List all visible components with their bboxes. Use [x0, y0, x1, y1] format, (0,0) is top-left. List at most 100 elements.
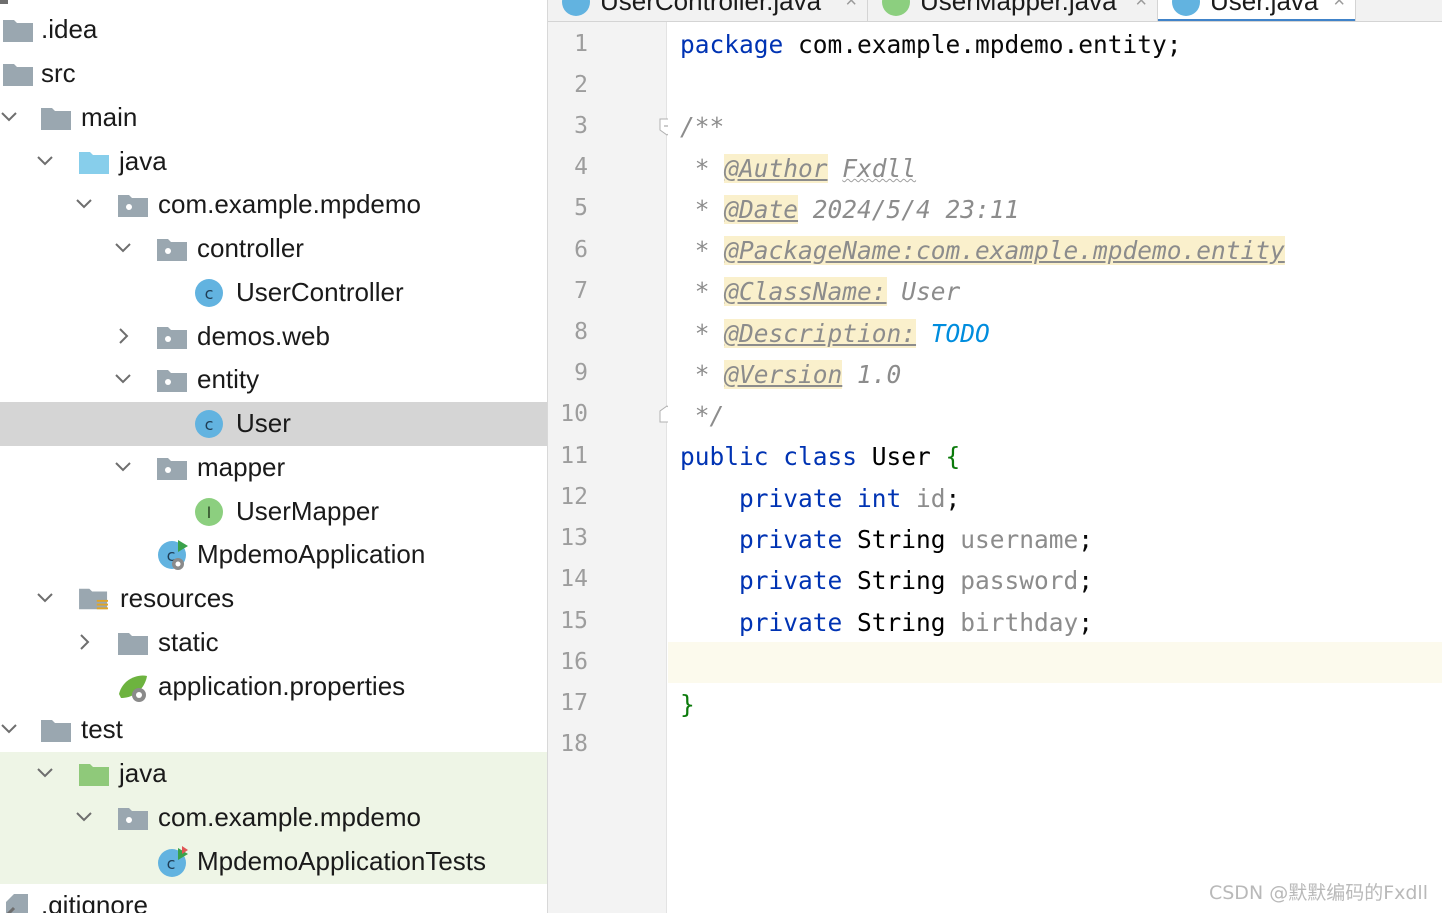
tree-item-application-properties[interactable]: application.properties [0, 665, 547, 709]
test-class-icon: c [158, 846, 188, 877]
line-number: 11 [560, 443, 588, 469]
interface-icon [882, 0, 910, 16]
tree-item-label: java [119, 758, 167, 788]
tab-user[interactable]: User.java × [1158, 0, 1356, 21]
folder-icon [41, 108, 71, 130]
tree-item-mpdemoapplicationtests[interactable]: c MpdemoApplicationTests [0, 840, 547, 884]
code-line-4: * @Author Fxdll [680, 154, 917, 183]
current-line-highlight [668, 642, 1442, 683]
tree-item-test-package[interactable]: com.example.mpdemo [0, 796, 547, 840]
editor-gutter[interactable]: 1 2 3 4 5 6 7 8 9 10 11 12 13 14 15 16 1… [548, 22, 675, 913]
folder-icon [3, 20, 33, 42]
tree-item-label: com.example.mpdemo [158, 189, 421, 219]
code-line-15: private String birthday; [680, 608, 1094, 637]
package-icon [157, 239, 187, 261]
tree-item-src[interactable]: src [0, 52, 547, 96]
project-tree[interactable]: .idea src main java com.example.mpdemo c… [0, 0, 547, 913]
tree-item-entity[interactable]: entity [0, 358, 547, 402]
tree-item-label: src [41, 58, 76, 88]
tree-item-idea[interactable]: .idea [0, 8, 547, 52]
tree-item-label: test [81, 714, 123, 744]
tree-item-resources[interactable]: resources [0, 577, 547, 621]
class-icon: c [195, 279, 223, 307]
tree-item-controller[interactable]: controller [0, 227, 547, 271]
tab-usercontroller[interactable]: UserController.java × [548, 0, 868, 21]
chevron-down-icon[interactable] [112, 237, 134, 259]
tree-item-test[interactable]: test [0, 708, 547, 752]
chevron-down-icon[interactable] [112, 456, 134, 478]
line-number: 14 [560, 566, 588, 592]
code-line-9: * @Version 1.0 [680, 360, 902, 389]
class-icon [562, 0, 590, 16]
tab-usermapper[interactable]: UserMapper.java × [868, 0, 1158, 21]
tree-item-label: demos.web [197, 321, 330, 351]
package-icon [157, 327, 187, 349]
code-line-5: * @Date 2024/5/4 23:11 [680, 195, 1020, 224]
chevron-down-icon[interactable] [73, 193, 95, 215]
code-line-3: /** [680, 112, 725, 141]
code-line-8: * @Description: TODO [680, 319, 990, 348]
tree-item-demos-web[interactable]: demos.web [0, 315, 547, 359]
line-number: 2 [574, 72, 588, 98]
svg-text:I: I [207, 503, 212, 522]
chevron-down-icon[interactable] [112, 368, 134, 390]
chevron-down-icon[interactable] [34, 150, 56, 172]
tree-item-label: UserController [236, 277, 404, 307]
tree-item-static[interactable]: static [0, 621, 547, 665]
chevron-down-icon[interactable] [34, 587, 56, 609]
resources-folder-icon [79, 588, 108, 610]
tree-item-label: .gitignore [41, 890, 148, 913]
tree-item-mpdemoapplication[interactable]: c MpdemoApplication [0, 533, 547, 577]
line-number: 18 [560, 731, 588, 757]
watermark: CSDN @默默编码的Fxdll [1208, 882, 1428, 904]
tab-label: User.java [1210, 0, 1319, 16]
tree-item-package[interactable]: com.example.mpdemo [0, 183, 547, 227]
tree-item-user[interactable]: c User [0, 402, 547, 446]
tree-item-label: MpdemoApplicationTests [197, 846, 487, 876]
chevron-right-icon[interactable] [112, 325, 134, 347]
code-line-6: * @PackageName:com.example.mpdemo.entity [680, 236, 1285, 265]
line-number: 8 [574, 319, 588, 345]
svg-text:c: c [205, 284, 214, 303]
code-line-14: private String password; [680, 566, 1094, 595]
code-line-10: */ [680, 401, 725, 430]
close-icon[interactable]: × [1333, 0, 1345, 13]
code-line-1: package com.example.mpdemo.entity; [680, 30, 1182, 59]
chevron-down-icon[interactable] [0, 106, 20, 128]
code-editor[interactable]: package com.example.mpdemo.entity; /** *… [668, 22, 1442, 913]
chevron-down-icon[interactable] [0, 718, 20, 740]
scroll-remnant-icon [0, 0, 8, 4]
tree-item-label: entity [197, 364, 260, 394]
tree-item-label: main [81, 102, 138, 132]
tree-item-usercontroller[interactable]: c UserController [0, 271, 547, 315]
line-number: 7 [574, 278, 588, 304]
close-icon[interactable]: × [1135, 0, 1147, 13]
tree-item-usermapper[interactable]: I UserMapper [0, 490, 547, 534]
tree-item-mapper[interactable]: mapper [0, 446, 547, 490]
tree-item-test-java[interactable]: java [0, 752, 547, 796]
tree-item-label: .idea [41, 14, 98, 44]
tree-item-label: com.example.mpdemo [158, 802, 421, 832]
spring-boot-class-icon: c [158, 540, 188, 570]
package-icon [118, 195, 148, 217]
line-number: 4 [574, 154, 588, 180]
tree-item-main[interactable]: main [0, 96, 547, 140]
tree-item-label: UserMapper [236, 496, 380, 526]
chevron-down-icon[interactable] [34, 762, 56, 784]
class-icon [1172, 0, 1200, 16]
chevron-right-icon[interactable] [73, 631, 95, 653]
chevron-down-icon[interactable] [73, 806, 95, 828]
editor-tab-bar: UserController.java × UserMapper.java × … [548, 0, 1442, 22]
line-number: 17 [560, 690, 588, 716]
tree-item-java[interactable]: java [0, 140, 547, 184]
tree-item-gitignore[interactable]: .gitignore [0, 884, 547, 913]
folder-icon [3, 64, 33, 86]
tree-item-label: java [119, 146, 167, 176]
folder-icon [118, 633, 148, 655]
tree-item-label: static [158, 627, 219, 657]
close-icon[interactable]: × [845, 0, 857, 13]
package-icon [118, 808, 148, 830]
code-line-11: public class User { [680, 442, 961, 471]
line-number: 10 [560, 401, 588, 427]
tab-label: UserController.java [600, 0, 822, 16]
